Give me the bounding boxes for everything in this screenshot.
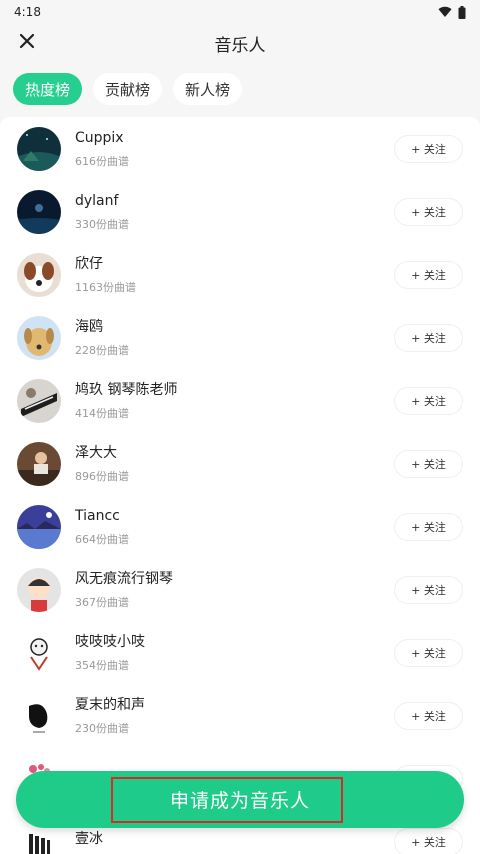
list-item[interactable]: 夏末的和声 230份曲谱 + 关注 xyxy=(0,684,480,747)
list-item[interactable]: dylanf 330份曲谱 + 关注 xyxy=(0,180,480,243)
list-item[interactable]: Cuppix 616份曲谱 + 关注 xyxy=(0,117,480,180)
avatar xyxy=(17,693,61,738)
follow-button[interactable]: + 关注 xyxy=(395,703,462,729)
battery-icon xyxy=(458,5,466,19)
follow-button[interactable]: + 关注 xyxy=(395,199,462,225)
avatar xyxy=(17,252,61,297)
list-item[interactable]: 泽大大 896份曲谱 + 关注 xyxy=(0,432,480,495)
follow-button[interactable]: + 关注 xyxy=(395,136,462,162)
app-header: 音乐人 xyxy=(0,24,480,62)
list-item[interactable]: 海鸥 228份曲谱 + 关注 xyxy=(0,306,480,369)
ranking-tabs: 热度榜 贡献榜 新人榜 xyxy=(0,62,480,116)
follow-button[interactable]: + 关注 xyxy=(395,451,462,477)
avatar xyxy=(17,630,61,675)
follow-button[interactable]: + 关注 xyxy=(395,514,462,540)
list-item[interactable]: Tiancc 664份曲谱 + 关注 xyxy=(0,495,480,558)
close-button[interactable] xyxy=(14,28,40,54)
avatar xyxy=(17,567,61,612)
avatar xyxy=(17,504,61,549)
list-item[interactable]: 风无痕流行钢琴 367份曲谱 + 关注 xyxy=(0,558,480,621)
list-item[interactable]: 欣仔 1163份曲谱 + 关注 xyxy=(0,243,480,306)
status-bar: 4:18 xyxy=(0,0,480,24)
avatar xyxy=(17,189,61,234)
status-time: 4:18 xyxy=(14,5,41,19)
avatar xyxy=(17,441,61,486)
follow-button[interactable]: + 关注 xyxy=(395,388,462,414)
tab-hot[interactable]: 热度榜 xyxy=(13,73,83,105)
follow-button[interactable]: + 关注 xyxy=(395,829,462,854)
list-item[interactable]: 吱吱吱小吱 354份曲谱 + 关注 xyxy=(0,621,480,684)
follow-button[interactable]: + 关注 xyxy=(395,640,462,666)
avatar xyxy=(17,126,61,171)
avatar xyxy=(17,315,61,360)
status-icons xyxy=(438,5,466,19)
musician-list: Cuppix 616份曲谱 + 关注 dylanf 330份曲谱 + 关注 欣仔 11… xyxy=(0,117,480,854)
avatar xyxy=(17,378,61,423)
apply-musician-button[interactable]: 申请成为音乐人 xyxy=(16,771,464,828)
tab-newcomer[interactable]: 新人榜 xyxy=(173,73,243,105)
tab-contribution[interactable]: 贡献榜 xyxy=(93,73,163,105)
follow-button[interactable]: + 关注 xyxy=(395,577,462,603)
list-item[interactable]: 鸠玖 钢琴陈老师 414份曲谱 + 关注 xyxy=(0,369,480,432)
wifi-icon xyxy=(438,6,452,18)
follow-button[interactable]: + 关注 xyxy=(395,325,462,351)
highlight-frame xyxy=(111,777,343,823)
page-title: 音乐人 xyxy=(214,35,266,56)
follow-button[interactable]: + 关注 xyxy=(395,262,462,288)
close-icon xyxy=(19,33,35,49)
